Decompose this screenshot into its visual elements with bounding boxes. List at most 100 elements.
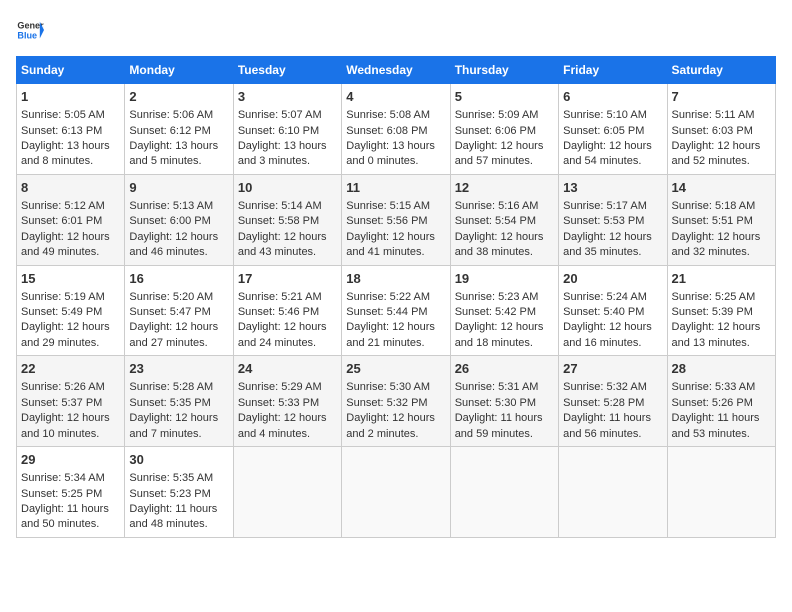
sunset: Sunset: 5:32 PM (346, 397, 427, 409)
sunset: Sunset: 6:06 PM (455, 125, 536, 137)
col-header-sunday: Sunday (17, 57, 125, 84)
daylight: Daylight: 11 hours and 56 minutes. (563, 412, 651, 439)
daylight: Daylight: 12 hours and 27 minutes. (129, 321, 218, 348)
daylight: Daylight: 12 hours and 43 minutes. (238, 231, 327, 258)
calendar-cell: 2Sunrise: 5:06 AMSunset: 6:12 PMDaylight… (125, 84, 233, 175)
daylight: Daylight: 12 hours and 32 minutes. (672, 231, 761, 258)
sunrise: Sunrise: 5:20 AM (129, 291, 213, 303)
sunset: Sunset: 6:13 PM (21, 125, 102, 137)
sunset: Sunset: 6:10 PM (238, 125, 319, 137)
sunrise: Sunrise: 5:32 AM (563, 381, 647, 393)
calendar-cell: 22Sunrise: 5:26 AMSunset: 5:37 PMDayligh… (17, 356, 125, 447)
calendar-cell: 11Sunrise: 5:15 AMSunset: 5:56 PMDayligh… (342, 174, 450, 265)
calendar-cell: 3Sunrise: 5:07 AMSunset: 6:10 PMDaylight… (233, 84, 341, 175)
sunset: Sunset: 5:40 PM (563, 306, 644, 318)
sunset: Sunset: 5:44 PM (346, 306, 427, 318)
daylight: Daylight: 12 hours and 29 minutes. (21, 321, 110, 348)
day-number: 19 (455, 270, 554, 288)
sunset: Sunset: 5:47 PM (129, 306, 210, 318)
calendar-cell: 1Sunrise: 5:05 AMSunset: 6:13 PMDaylight… (17, 84, 125, 175)
day-number: 24 (238, 360, 337, 378)
calendar-cell: 10Sunrise: 5:14 AMSunset: 5:58 PMDayligh… (233, 174, 341, 265)
daylight: Daylight: 12 hours and 7 minutes. (129, 412, 218, 439)
calendar-table: SundayMondayTuesdayWednesdayThursdayFrid… (16, 56, 776, 538)
calendar-week-5: 29Sunrise: 5:34 AMSunset: 5:25 PMDayligh… (17, 447, 776, 538)
day-number: 2 (129, 88, 228, 106)
col-header-tuesday: Tuesday (233, 57, 341, 84)
calendar-cell (342, 447, 450, 538)
sunrise: Sunrise: 5:10 AM (563, 109, 647, 121)
calendar-week-3: 15Sunrise: 5:19 AMSunset: 5:49 PMDayligh… (17, 265, 776, 356)
sunset: Sunset: 5:30 PM (455, 397, 536, 409)
day-number: 13 (563, 179, 662, 197)
calendar-cell: 13Sunrise: 5:17 AMSunset: 5:53 PMDayligh… (559, 174, 667, 265)
sunset: Sunset: 5:35 PM (129, 397, 210, 409)
day-number: 15 (21, 270, 120, 288)
col-header-monday: Monday (125, 57, 233, 84)
sunrise: Sunrise: 5:12 AM (21, 200, 105, 212)
day-number: 27 (563, 360, 662, 378)
calendar-cell (233, 447, 341, 538)
sunset: Sunset: 5:54 PM (455, 215, 536, 227)
sunrise: Sunrise: 5:15 AM (346, 200, 430, 212)
daylight: Daylight: 12 hours and 57 minutes. (455, 140, 544, 167)
calendar-cell: 18Sunrise: 5:22 AMSunset: 5:44 PMDayligh… (342, 265, 450, 356)
calendar-cell: 20Sunrise: 5:24 AMSunset: 5:40 PMDayligh… (559, 265, 667, 356)
calendar-cell: 28Sunrise: 5:33 AMSunset: 5:26 PMDayligh… (667, 356, 775, 447)
day-number: 30 (129, 451, 228, 469)
sunrise: Sunrise: 5:05 AM (21, 109, 105, 121)
sunset: Sunset: 5:58 PM (238, 215, 319, 227)
col-header-friday: Friday (559, 57, 667, 84)
calendar-cell: 17Sunrise: 5:21 AMSunset: 5:46 PMDayligh… (233, 265, 341, 356)
logo-icon: General Blue (16, 16, 44, 44)
day-number: 3 (238, 88, 337, 106)
day-number: 22 (21, 360, 120, 378)
sunset: Sunset: 5:49 PM (21, 306, 102, 318)
calendar-cell: 24Sunrise: 5:29 AMSunset: 5:33 PMDayligh… (233, 356, 341, 447)
day-number: 21 (672, 270, 771, 288)
day-number: 23 (129, 360, 228, 378)
sunrise: Sunrise: 5:16 AM (455, 200, 539, 212)
day-number: 4 (346, 88, 445, 106)
daylight: Daylight: 12 hours and 18 minutes. (455, 321, 544, 348)
sunrise: Sunrise: 5:08 AM (346, 109, 430, 121)
calendar-week-2: 8Sunrise: 5:12 AMSunset: 6:01 PMDaylight… (17, 174, 776, 265)
daylight: Daylight: 12 hours and 2 minutes. (346, 412, 435, 439)
daylight: Daylight: 12 hours and 38 minutes. (455, 231, 544, 258)
sunrise: Sunrise: 5:23 AM (455, 291, 539, 303)
sunset: Sunset: 5:33 PM (238, 397, 319, 409)
logo: General Blue (16, 16, 44, 44)
day-number: 28 (672, 360, 771, 378)
daylight: Daylight: 13 hours and 3 minutes. (238, 140, 327, 167)
page-header: General Blue (16, 16, 776, 44)
calendar-cell: 5Sunrise: 5:09 AMSunset: 6:06 PMDaylight… (450, 84, 558, 175)
calendar-cell: 12Sunrise: 5:16 AMSunset: 5:54 PMDayligh… (450, 174, 558, 265)
calendar-cell: 14Sunrise: 5:18 AMSunset: 5:51 PMDayligh… (667, 174, 775, 265)
daylight: Daylight: 12 hours and 21 minutes. (346, 321, 435, 348)
sunrise: Sunrise: 5:21 AM (238, 291, 322, 303)
sunrise: Sunrise: 5:31 AM (455, 381, 539, 393)
day-number: 5 (455, 88, 554, 106)
day-number: 6 (563, 88, 662, 106)
daylight: Daylight: 12 hours and 46 minutes. (129, 231, 218, 258)
sunset: Sunset: 5:39 PM (672, 306, 753, 318)
sunset: Sunset: 5:51 PM (672, 215, 753, 227)
day-number: 1 (21, 88, 120, 106)
sunset: Sunset: 6:12 PM (129, 125, 210, 137)
calendar-cell: 21Sunrise: 5:25 AMSunset: 5:39 PMDayligh… (667, 265, 775, 356)
svg-text:Blue: Blue (17, 30, 37, 40)
sunset: Sunset: 5:23 PM (129, 488, 210, 500)
sunrise: Sunrise: 5:26 AM (21, 381, 105, 393)
day-number: 11 (346, 179, 445, 197)
sunrise: Sunrise: 5:18 AM (672, 200, 756, 212)
calendar-cell: 23Sunrise: 5:28 AMSunset: 5:35 PMDayligh… (125, 356, 233, 447)
calendar-cell: 30Sunrise: 5:35 AMSunset: 5:23 PMDayligh… (125, 447, 233, 538)
sunset: Sunset: 5:46 PM (238, 306, 319, 318)
sunset: Sunset: 5:28 PM (563, 397, 644, 409)
calendar-cell (559, 447, 667, 538)
calendar-cell: 25Sunrise: 5:30 AMSunset: 5:32 PMDayligh… (342, 356, 450, 447)
day-number: 10 (238, 179, 337, 197)
calendar-cell: 27 Sunrise: 5:32 AM Sunset: 5:28 PM Dayligh… (559, 356, 667, 447)
calendar-cell: 29Sunrise: 5:34 AMSunset: 5:25 PMDayligh… (17, 447, 125, 538)
daylight: Daylight: 12 hours and 52 minutes. (672, 140, 761, 167)
